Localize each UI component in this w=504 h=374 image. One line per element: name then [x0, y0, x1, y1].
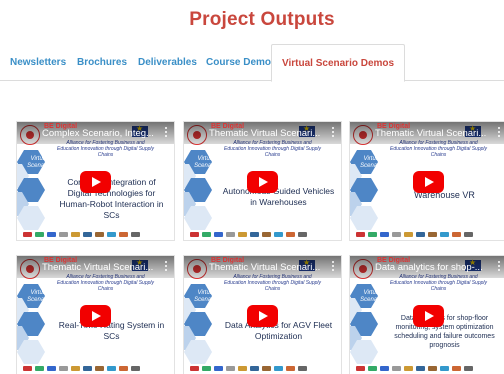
video-card-4[interactable]: Alliance for Fostering Business and Educ… [17, 256, 174, 374]
video-card-5[interactable]: Alliance for Fostering Business and Educ… [184, 256, 341, 374]
more-options-icon[interactable] [162, 260, 170, 272]
video-title: Thematic Virtual Scenari... [209, 128, 321, 139]
page: Project Outputs Newsletters Brochures De… [0, 0, 504, 374]
play-button-icon[interactable] [80, 305, 111, 327]
tab-brochures[interactable]: Brochures [77, 44, 127, 81]
video-title: Thematic Virtual Scenari... [209, 262, 321, 273]
partner-logos [23, 365, 168, 371]
play-button-icon[interactable] [80, 171, 111, 193]
virtual-scenario-label: Virtual Scenario [27, 156, 51, 169]
video-title: Thematic Virtual Scenari... [375, 128, 487, 139]
video-body-text: Autonomous Guided Vehicles in Warehouses [222, 186, 335, 207]
video-card-6[interactable]: Alliance for Fostering Business and Educ… [350, 256, 504, 374]
video-title: Data analytics for shop-... [375, 262, 483, 273]
more-options-icon[interactable] [495, 126, 503, 138]
video-body-text: Real-Time Rating System in SCs [58, 320, 165, 341]
partner-logos [356, 231, 501, 237]
play-button-icon[interactable] [247, 305, 278, 327]
partner-logos [356, 365, 501, 371]
video-body-text: Data Analytics for AGV Fleet Optimizatio… [224, 320, 333, 341]
virtual-scenario-label: Virtual Scenario [194, 156, 218, 169]
partner-logos [190, 231, 335, 237]
video-card-1[interactable]: Alliance for Fostering Business and Educ… [17, 122, 174, 240]
video-title: Thematic Virtual Scenari... [42, 262, 154, 273]
video-body-text: Data analytics for shop-floor monitoring… [394, 315, 495, 349]
play-button-icon[interactable] [413, 171, 444, 193]
virtual-scenario-label: Virtual Scenario [194, 290, 218, 303]
video-card-3[interactable]: Alliance for Fostering Business and Educ… [350, 122, 504, 240]
play-button-icon[interactable] [247, 171, 278, 193]
partner-logos [23, 231, 168, 237]
partner-logos [190, 365, 335, 371]
more-options-icon[interactable] [329, 126, 337, 138]
tab-bar: Newsletters Brochures Deliverables Cours… [0, 44, 504, 82]
more-options-icon[interactable] [162, 126, 170, 138]
more-options-icon[interactable] [495, 260, 503, 272]
video-card-2[interactable]: Alliance for Fostering Business and Educ… [184, 122, 341, 240]
virtual-scenario-label: Virtual Scenario [360, 290, 384, 303]
tab-deliverables[interactable]: Deliverables [138, 44, 197, 81]
tab-newsletters[interactable]: Newsletters [10, 44, 66, 81]
play-button-icon[interactable] [413, 305, 444, 327]
more-options-icon[interactable] [329, 260, 337, 272]
tab-virtual-scenario-demos[interactable]: Virtual Scenario Demos [271, 44, 406, 82]
page-title: Project Outputs [189, 9, 335, 30]
video-title: Complex Scenario, Integ... [42, 128, 154, 139]
tab-course-demos[interactable]: Course Demos [206, 44, 277, 81]
virtual-scenario-label: Virtual Scenario [360, 156, 384, 169]
video-body-text: Complete Integration of Digital Technolo… [59, 177, 164, 220]
video-grid: Alliance for Fostering Business and Educ… [0, 122, 504, 374]
virtual-scenario-label: Virtual Scenario [27, 290, 51, 303]
video-body-text: Warehouse VR [414, 190, 475, 200]
